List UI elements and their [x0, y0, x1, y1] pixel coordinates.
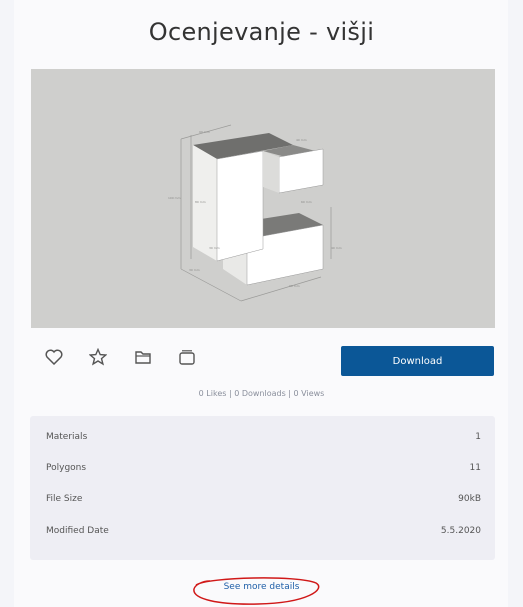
details-panel: Materials 1 Polygons 11 File Size 90kB M…	[30, 416, 495, 560]
stats-line: 0 Likes | 0 Downloads | 0 Views	[198, 389, 325, 398]
detail-value: 1	[475, 432, 481, 442]
svg-text:90 mm: 90 mm	[199, 130, 210, 134]
detail-label: Materials	[46, 432, 88, 442]
detail-label: Polygons	[46, 463, 87, 473]
svg-text:90 mm: 90 mm	[289, 284, 300, 288]
detail-row-polygons: Polygons 11	[46, 458, 481, 478]
star-icon[interactable]	[86, 345, 110, 369]
svg-text:30 mm: 30 mm	[189, 268, 200, 272]
svg-text:40 mm: 40 mm	[331, 246, 342, 250]
page-title: Ocenjevanje - višji	[148, 18, 375, 46]
svg-text:60 mm: 60 mm	[301, 200, 312, 204]
svg-text:30 mm: 30 mm	[209, 246, 220, 250]
folder-icon[interactable]	[131, 345, 155, 369]
detail-value: 11	[469, 463, 481, 473]
model-render: 90 mm 40 mm 100 mm 80 mm 60 mm 30 mm 30 …	[168, 124, 342, 302]
svg-text:40 mm: 40 mm	[296, 138, 307, 142]
detail-value: 90kB	[458, 494, 481, 504]
detail-label: Modified Date	[46, 526, 109, 536]
annotation-circle	[193, 577, 320, 605]
download-button[interactable]: Download	[341, 346, 494, 376]
detail-value: 5.5.2020	[440, 526, 481, 536]
detail-row-materials: Materials 1	[46, 427, 481, 447]
svg-text:80 mm: 80 mm	[195, 200, 206, 204]
model-preview[interactable]: 90 mm 40 mm 100 mm 80 mm 60 mm 30 mm 30 …	[31, 69, 495, 328]
svg-text:100 mm: 100 mm	[168, 196, 181, 200]
collection-icon[interactable]	[175, 345, 199, 369]
heart-icon[interactable]	[42, 345, 66, 369]
detail-row-file-size: File Size 90kB	[46, 489, 481, 509]
detail-label: File Size	[46, 494, 83, 504]
detail-row-modified-date: Modified Date 5.5.2020	[46, 521, 481, 541]
